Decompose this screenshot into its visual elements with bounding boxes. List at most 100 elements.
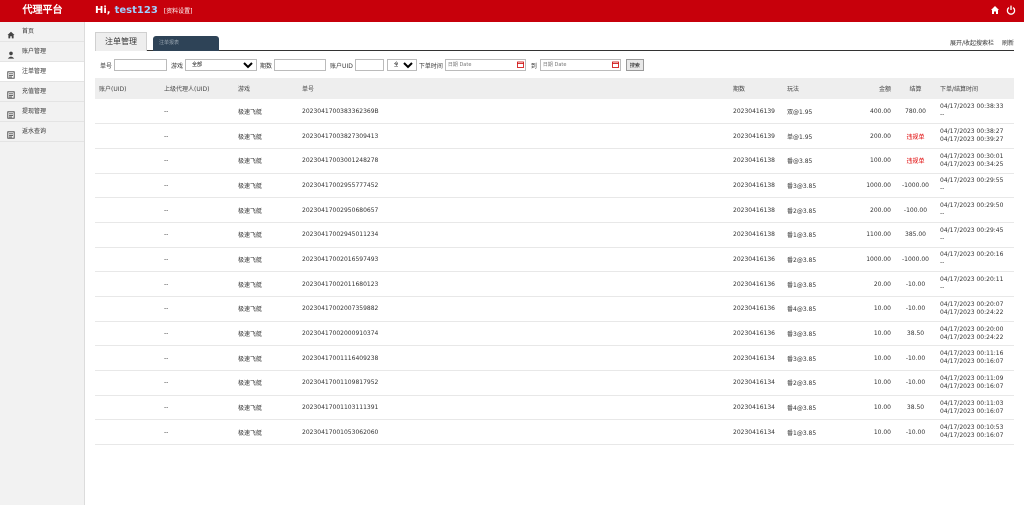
home-icon [7,28,15,38]
cell-uid [95,296,160,322]
tab-orders[interactable]: 注单管理 [95,32,147,51]
cell-uid [95,419,160,446]
calendar-icon[interactable] [611,61,619,68]
game-select[interactable]: 全部 [185,59,258,71]
wallet-icon [7,88,15,99]
settle-time: 04/17/2023 00:24:22 [940,308,1004,316]
home-icon[interactable] [990,5,1000,16]
cell-order: 20230417001053062060 [298,419,729,446]
end-date-input[interactable] [539,59,621,71]
greeting-text: Hi, [95,5,111,16]
cell-game: 极速飞艇 [234,345,298,372]
sidebar-item-label: 注单管理 [22,67,47,75]
cell-settle: 780.00 [895,99,936,125]
cell-order: 20230417002950680657 [298,197,729,223]
order-label: 单号 [100,62,113,70]
table-row: -- 极速飞艇 20230417002945011234 20230416138 番1@… [95,222,1014,248]
cell-time: 04/17/2023 00:38:27 04/17/2023 00:39:27 [936,123,1014,149]
calendar-icon[interactable] [516,61,524,68]
cell-period: 20230416136 [729,247,783,273]
order-time: 04/17/2023 00:38:27 [940,128,1004,136]
cell-settle: -10.00 [895,419,936,446]
orders-table-wrap: 账户(UID) 上级代理人(UID) 游戏 单号 期数 玩法 金额 结算 下单/… [95,78,1014,446]
cell-amount: 200.00 [843,197,895,223]
cell-parent: -- [160,148,234,174]
col-header-amount: 金额 [843,78,895,99]
cell-game: 极速飞艇 [234,123,298,149]
sidebar-item-label: 首页 [22,27,35,35]
uid-scope-select[interactable]: 全部 [386,59,417,71]
cell-time: 04/17/2023 00:11:03 04/17/2023 00:16:07 [936,395,1014,421]
cell-settle: -10.00 [895,345,936,372]
cell-period: 20230416136 [729,321,783,347]
cell-game: 极速飞艇 [234,321,298,347]
cell-play: 番3@3.85 [783,321,843,347]
period-input[interactable] [274,59,327,71]
table-row: -- 极速飞艇 20230417003827309413 20230416139 单@1… [95,123,1014,149]
cell-settle: 38.50 [895,321,936,347]
table-row: -- 极速飞艇 20230417001116409238 20230416134 番3@… [95,345,1014,372]
sidebar-item-rebate[interactable]: 返水查询 [0,122,84,142]
start-date-input[interactable] [444,59,526,71]
order-time: 04/17/2023 00:29:45 [940,226,1004,234]
sidebar-item-deposits[interactable]: 充值管理 [0,82,84,102]
cell-game: 极速飞艇 [234,148,298,174]
sidebar-item-label: 提现管理 [22,107,47,115]
search-button[interactable]: 搜索 [625,59,644,71]
cell-time: 04/17/2023 00:29:50 -- [936,197,1014,223]
sidebar-item-accounts[interactable]: 账户管理 [0,42,84,62]
settle-time: 04/17/2023 00:16:07 [940,407,1004,415]
cell-settle: -10.00 [895,370,936,396]
settle-time: -- [940,210,945,218]
cell-parent: -- [160,345,234,372]
uid-input[interactable] [354,59,384,71]
table-header-row: 账户(UID) 上级代理人(UID) 游戏 单号 期数 玩法 金额 结算 下单/… [95,78,1014,99]
order-time: 04/17/2023 00:30:01 [940,152,1004,160]
cell-play: 番1@3.85 [783,222,843,248]
cell-amount: 200.00 [843,123,895,149]
cell-time: 04/17/2023 00:30:01 04/17/2023 00:34:25 [936,148,1014,174]
cell-parent: -- [160,247,234,273]
cell-time: 04/17/2023 00:38:33 -- [936,99,1014,125]
sidebar-item-withdrawals[interactable]: 提现管理 [0,102,84,122]
refresh-link[interactable]: 刷新 [1002,38,1014,47]
cell-uid [95,222,160,248]
cell-play: 番3@3.85 [783,173,843,199]
cell-parent: -- [160,222,234,248]
col-header-settle: 结算 [895,78,936,99]
sidebar: 首页 账户管理 注单管理 充值管理 提现管理 返水查询 [0,22,85,505]
sidebar-item-orders[interactable]: 注单管理 [0,62,84,82]
order-time-label: 下单时间 [418,62,443,70]
settle-time: -- [940,111,945,119]
user-icon [7,48,15,59]
cell-settle: -100.00 [895,197,936,223]
order-input[interactable] [114,59,168,71]
sidebar-item-home[interactable]: 首页 [0,22,84,42]
brand-title: 代理平台 [22,5,63,16]
cash-icon [7,108,15,119]
settle-time: 04/17/2023 00:39:27 [940,136,1004,144]
uid-label: 账户UID [330,62,353,70]
game-label: 游戏 [171,62,184,70]
power-icon[interactable] [1006,5,1016,16]
tab-order-report[interactable]: 注单报表 [153,36,219,51]
cell-uid [95,197,160,223]
cell-game: 极速飞艇 [234,173,298,199]
order-time: 04/17/2023 00:20:16 [940,251,1004,259]
main-content: 注单管理 注单报表 展开/收起搜索栏 刷新 单号 游戏 全部 期数 账户UID … [85,22,1024,505]
toggle-search-link[interactable]: 展开/收起搜索栏 [950,38,994,47]
settle-time: 04/17/2023 00:34:25 [940,160,1004,168]
cell-settle: -1000.00 [895,247,936,273]
cell-order: 20230417002016597493 [298,247,729,273]
table-row: -- 极速飞艇 20230417001109817952 20230416134 番2@… [95,370,1014,396]
cell-settle: 违规单 [895,123,936,149]
col-header-order: 单号 [298,78,729,99]
cell-amount: 10.00 [843,370,895,396]
cell-time: 04/17/2023 00:20:16 -- [936,247,1014,273]
greeting: Hi, test123 [资料设置] [95,0,192,22]
settle-time: 04/17/2023 00:16:07 [940,358,1004,366]
cell-play: 番4@3.85 [783,395,843,421]
col-header-uid: 账户(UID) [95,78,160,99]
to-label: 到 [530,62,537,70]
profile-settings-link[interactable]: [资料设置] [164,8,193,15]
